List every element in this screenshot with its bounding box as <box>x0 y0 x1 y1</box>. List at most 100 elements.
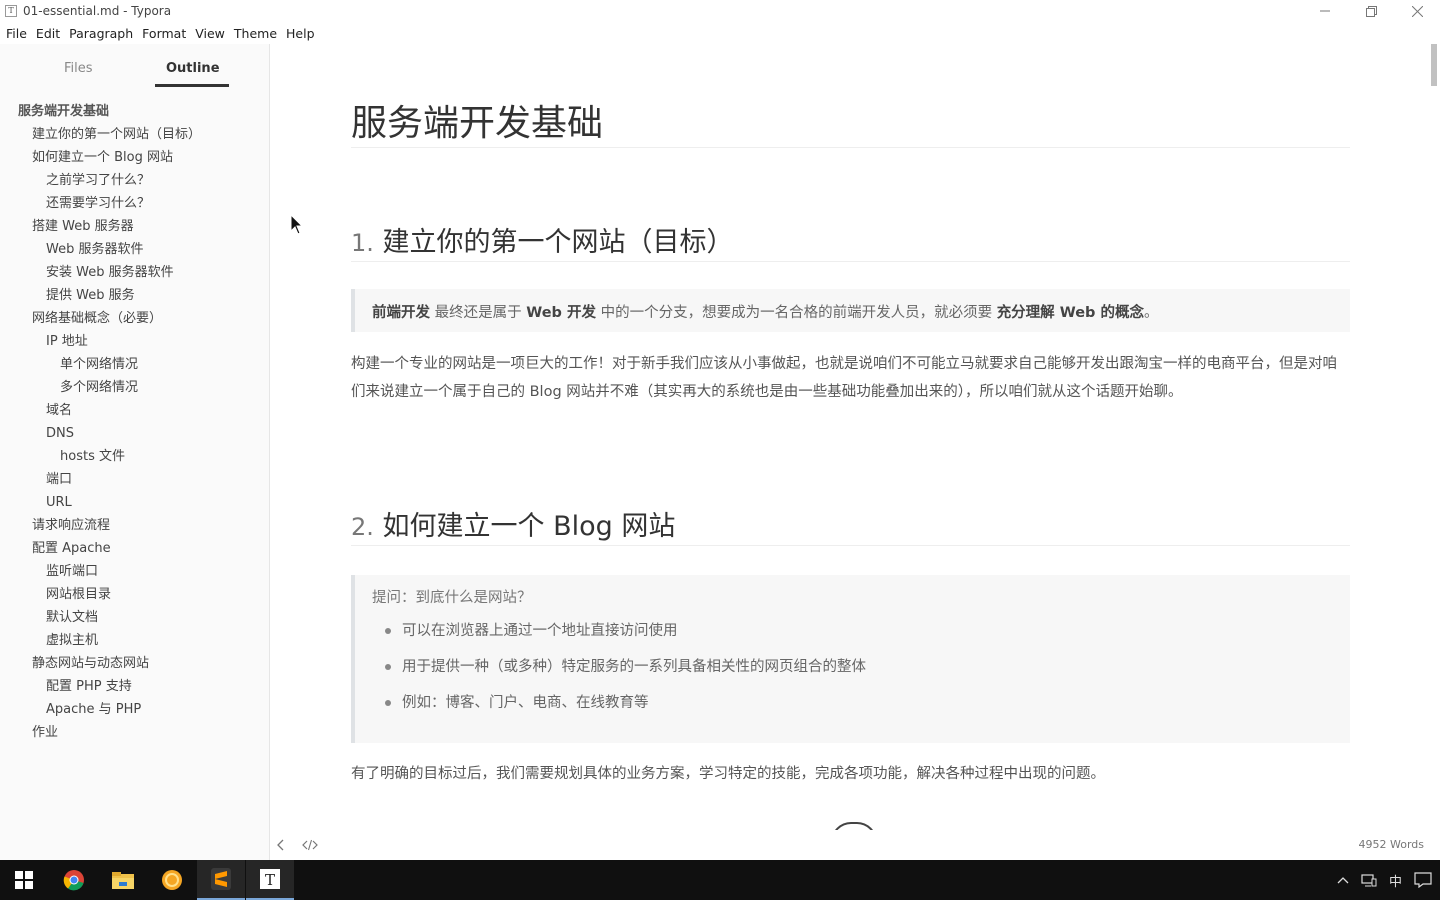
section-number: 2. <box>351 513 374 541</box>
outline-item[interactable]: 服务端开发基础 <box>0 100 269 123</box>
active-tab-indicator <box>155 84 229 87</box>
editor[interactable]: 服务端开发基础 1. 建立你的第一个网站（目标） 前端开发 最终还是属于 Web… <box>270 44 1428 830</box>
outline-item[interactable]: 安装 Web 服务器软件 <box>0 261 269 284</box>
sidebar-footer <box>276 837 336 853</box>
notifications-icon[interactable] <box>1414 872 1432 888</box>
typora-icon: T <box>260 869 280 889</box>
menu-theme[interactable]: Theme <box>230 26 281 41</box>
sidebar: Files Outline 服务端开发基础 建立你的第一个网站（目标） 如何建立一个… <box>0 44 270 860</box>
outline-item[interactable]: hosts 文件 <box>0 445 269 468</box>
network-icon[interactable] <box>1361 873 1377 887</box>
outline-item[interactable]: IP 地址 <box>0 330 269 353</box>
menu-paragraph[interactable]: Paragraph <box>65 26 137 41</box>
outline-item[interactable]: Web 服务器软件 <box>0 238 269 261</box>
blockquote-1[interactable]: 前端开发 最终还是属于 Web 开发 中的一个分支，想要成为一名合格的前端开发人… <box>351 289 1350 332</box>
list-item: 可以在浏览器上通过一个地址直接访问使用 <box>385 619 1350 655</box>
outline-item[interactable]: 多个网络情况 <box>0 376 269 399</box>
outline-item[interactable]: 网站根目录 <box>0 583 269 606</box>
quote-question: 提问：到底什么是网站？ <box>372 590 532 606</box>
browser-yellow-icon <box>162 870 182 890</box>
sidebar-tabs: Files Outline <box>0 44 269 90</box>
outline-item[interactable]: 提供 Web 服务 <box>0 284 269 307</box>
partial-image-edge <box>831 822 877 830</box>
section-title: 建立你的第一个网站（目标） <box>382 227 734 258</box>
paragraph-2[interactable]: 有了明确的目标过后，我们需要规划具体的业务方案，学习特定的技能，完成各项功能，解… <box>351 760 1350 788</box>
word-count[interactable]: 4952 Words <box>1359 838 1425 851</box>
sublime-text-icon <box>211 868 231 890</box>
outline-item[interactable]: Apache 与 PHP <box>0 698 269 721</box>
chrome-icon <box>63 870 84 891</box>
blockquote-2[interactable]: 提问：到底什么是网站？ 可以在浏览器上通过一个地址直接访问使用 用于提供一种（或… <box>351 575 1350 743</box>
outline-item[interactable]: 监听端口 <box>0 560 269 583</box>
editor-scrollbar[interactable] <box>1428 44 1440 834</box>
outline-item[interactable]: 网络基础概念（必要） <box>0 307 269 330</box>
system-tray: 中 <box>1337 860 1432 900</box>
quote-text: 。 <box>1143 305 1159 321</box>
window-title: 01-essential.md - Typora <box>23 4 172 18</box>
outline-item[interactable]: DNS <box>0 422 269 445</box>
bold-text: 前端开发 <box>372 305 430 321</box>
menu-format[interactable]: Format <box>138 26 190 41</box>
quote-text: 最终还是属于 <box>430 305 527 321</box>
menu-bar: File Edit Paragraph Format View Theme He… <box>0 22 1440 44</box>
bullet-list: 可以在浏览器上通过一个地址直接访问使用 用于提供一种（或多种）特定服务的一系列具… <box>372 619 1350 727</box>
scroll-thumb[interactable] <box>1431 44 1437 86</box>
outline-item[interactable]: 域名 <box>0 399 269 422</box>
taskbar-typora[interactable]: T <box>246 860 294 900</box>
chevron-up-icon[interactable] <box>1337 876 1349 884</box>
outline-item[interactable]: 单个网络情况 <box>0 353 269 376</box>
paragraph-1[interactable]: 构建一个专业的网站是一项巨大的工作！对于新手我们应该从小事做起，也就是说咱们不可… <box>351 350 1350 406</box>
taskbar-sublime[interactable] <box>197 860 245 900</box>
minimize-icon <box>1320 10 1330 12</box>
outline-item[interactable]: 默认文档 <box>0 606 269 629</box>
tab-outline[interactable]: Outline <box>166 61 220 76</box>
close-button[interactable] <box>1394 0 1440 22</box>
taskbar-file-explorer[interactable] <box>99 860 147 900</box>
menu-file[interactable]: File <box>2 26 31 41</box>
section-number: 1. <box>351 229 374 257</box>
taskbar-chrome[interactable] <box>50 860 98 900</box>
collapse-sidebar-icon[interactable] <box>276 839 286 851</box>
section-title: 如何建立一个 Blog 网站 <box>382 511 676 542</box>
list-item: 用于提供一种（或多种）特定服务的一系列具备相关性的网页组合的整体 <box>385 655 1350 691</box>
menu-edit[interactable]: Edit <box>32 26 64 41</box>
outline-item[interactable]: 如何建立一个 Blog 网站 <box>0 146 269 169</box>
doc-heading-section-1[interactable]: 1. 建立你的第一个网站（目标） <box>351 220 1350 262</box>
ime-indicator[interactable]: 中 <box>1389 871 1402 890</box>
outline-list: 服务端开发基础 建立你的第一个网站（目标） 如何建立一个 Blog 网站 之前学习了什… <box>0 100 269 744</box>
typora-app-icon: T <box>5 5 17 17</box>
bold-text: Web 开发 <box>526 305 596 321</box>
outline-item[interactable]: 配置 Apache <box>0 537 269 560</box>
outline-item[interactable]: 搭建 Web 服务器 <box>0 215 269 238</box>
svg-text:T: T <box>265 871 275 889</box>
taskbar-yellow-app[interactable] <box>148 860 196 900</box>
menu-view[interactable]: View <box>191 26 229 41</box>
outline-item[interactable]: 请求响应流程 <box>0 514 269 537</box>
start-button[interactable] <box>0 860 48 900</box>
list-item: 例如：博客、门户、电商、在线教育等 <box>385 691 1350 727</box>
outline-item[interactable]: 配置 PHP 支持 <box>0 675 269 698</box>
doc-heading-1[interactable]: 服务端开发基础 <box>351 94 1350 148</box>
outline-item[interactable]: 之前学习了什么？ <box>0 169 269 192</box>
bold-text: 充分理解 Web 的概念 <box>996 305 1144 321</box>
mouse-pointer-icon <box>290 214 304 235</box>
outline-item[interactable]: 建立你的第一个网站（目标） <box>0 123 269 146</box>
minimize-button[interactable] <box>1302 0 1348 22</box>
doc-heading-section-2[interactable]: 2. 如何建立一个 Blog 网站 <box>351 504 1350 546</box>
outline-item[interactable]: 还需要学习什么？ <box>0 192 269 215</box>
outline-item[interactable]: 端口 <box>0 468 269 491</box>
tab-files[interactable]: Files <box>64 61 93 76</box>
close-icon <box>1411 5 1423 17</box>
restore-icon <box>1365 5 1377 17</box>
title-bar: T 01-essential.md - Typora <box>0 0 1440 22</box>
outline-item[interactable]: 静态网站与动态网站 <box>0 652 269 675</box>
quote-text: 中的一个分支，想要成为一名合格的前端开发人员，就必须要 <box>595 305 997 321</box>
outline-item[interactable]: 虚拟主机 <box>0 629 269 652</box>
taskbar: T 中 <box>0 860 1440 900</box>
menu-help[interactable]: Help <box>282 26 319 41</box>
file-explorer-icon <box>112 872 134 889</box>
outline-item[interactable]: URL <box>0 491 269 514</box>
source-code-mode-icon[interactable] <box>302 839 318 851</box>
outline-item[interactable]: 作业 <box>0 721 269 744</box>
restore-button[interactable] <box>1348 0 1394 22</box>
